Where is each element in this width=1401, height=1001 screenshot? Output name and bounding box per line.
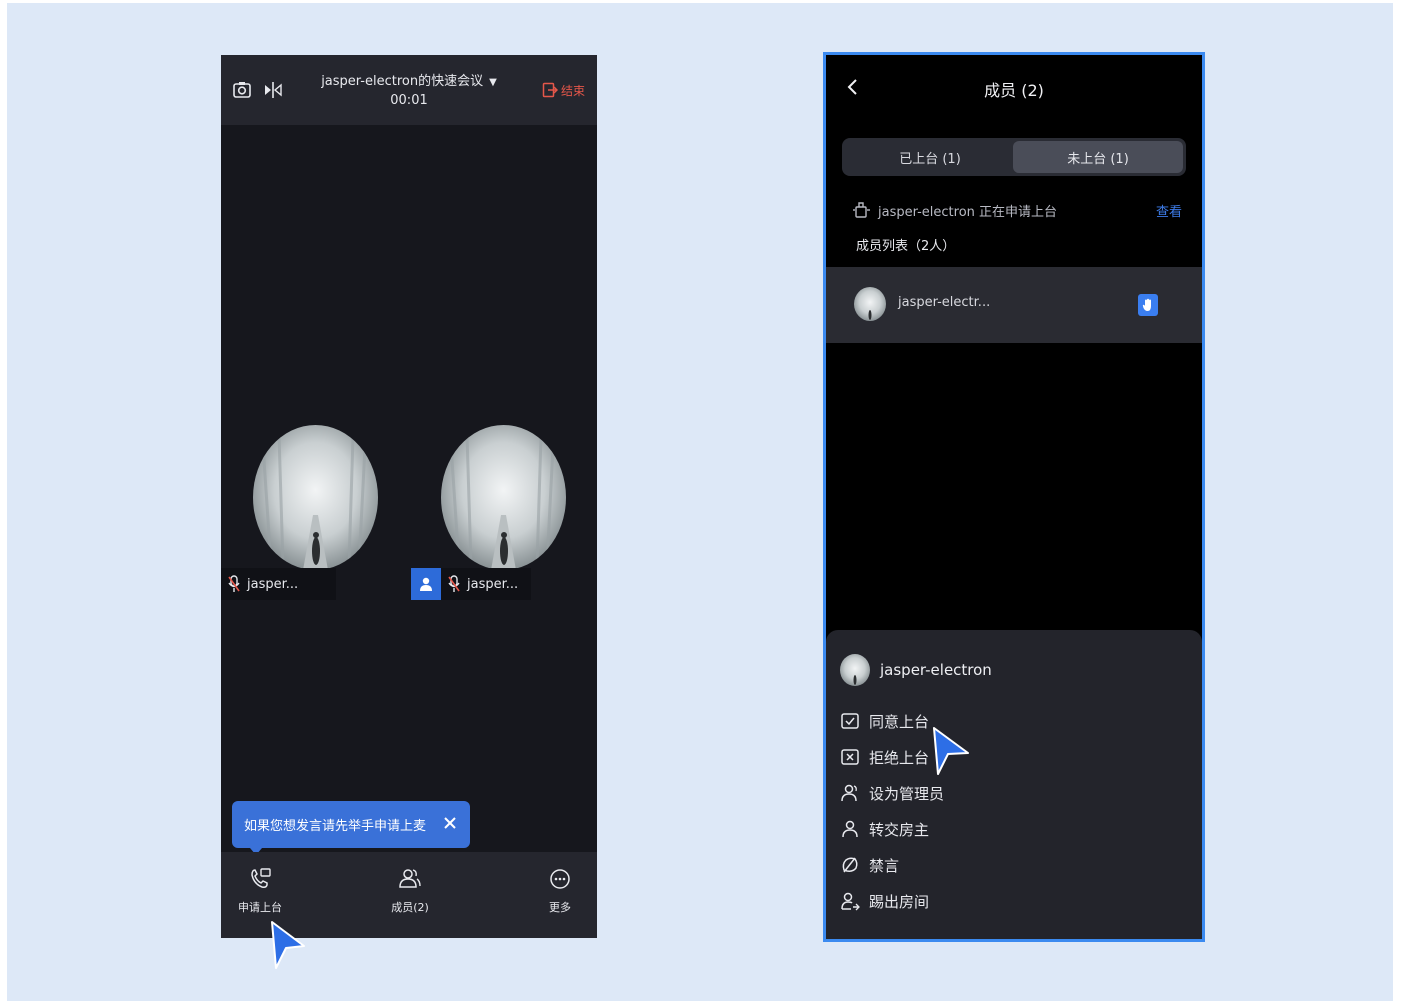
participant-nametag: jasper... (441, 568, 531, 600)
view-request-link[interactable]: 查看 (1156, 201, 1182, 220)
set-admin-label: 设为管理员 (869, 784, 945, 803)
apply-stage-button[interactable]: 申请上台 (221, 866, 300, 915)
tab-on-stage[interactable]: 已上台 (1) (845, 141, 1015, 173)
user-avatar (441, 425, 566, 570)
members-label: 成员(2) (391, 901, 429, 914)
member-action-sheet: jasper-electron 同意上台 拒绝上台 设为管理员 转交房主 禁言 … (826, 630, 1202, 939)
approve-stage-icon (840, 711, 860, 731)
user-avatar (253, 425, 378, 570)
admin-icon (840, 783, 860, 803)
video-tile[interactable]: jasper... (411, 425, 571, 605)
pointer-arrow-icon (933, 727, 969, 775)
reject-stage-action[interactable]: 拒绝上台 (840, 746, 929, 768)
meeting-timer: 00:01 (390, 93, 428, 108)
transfer-host-action[interactable]: 转交房主 (840, 818, 929, 840)
approve-stage-label: 同意上台 (869, 712, 930, 731)
sheet-username: jasper-electron (880, 661, 992, 679)
meeting-title[interactable]: jasper-electron的快速会议 ▼ (221, 70, 597, 89)
host-badge (411, 568, 441, 600)
mic-muted-icon (448, 575, 460, 592)
meeting-header: jasper-electron的快速会议 ▼ 00:01 结束 (221, 55, 597, 125)
pointer-arrow-icon (271, 921, 305, 969)
exit-icon (542, 82, 558, 98)
meeting-screen: jasper-electron的快速会议 ▼ 00:01 结束 jasper..… (221, 55, 597, 938)
page-title: 成员 (2) (984, 81, 1044, 100)
person-icon (420, 577, 432, 591)
more-icon (550, 869, 570, 889)
members-icon (399, 869, 421, 888)
members-header: 成员 (2) (826, 55, 1202, 125)
member-name: jasper-electr... (898, 295, 991, 310)
member-avatar (854, 287, 886, 321)
mic-muted-icon (228, 575, 240, 592)
kick-out-icon (840, 891, 860, 911)
more-button[interactable]: 更多 (520, 866, 597, 915)
kick-out-action[interactable]: 踢出房间 (840, 890, 929, 912)
approve-stage-action[interactable]: 同意上台 (840, 710, 929, 732)
reject-stage-icon (840, 747, 860, 767)
member-list-item[interactable]: jasper-electr... (826, 267, 1202, 343)
participant-name: jasper... (247, 576, 299, 592)
participant-name: jasper... (467, 576, 519, 592)
member-list-heading: 成员列表（2人） (856, 239, 956, 254)
mute-action[interactable]: 禁言 (840, 854, 899, 876)
apply-stage-label: 申请上台 (238, 901, 282, 914)
raise-hand-tooltip: 如果您想发言请先举手申请上麦 (232, 801, 470, 855)
phone-apply-icon (251, 868, 271, 888)
members-screen: 成员 (2) 已上台 (1) 未上台 (1) jasper-electron 正… (823, 52, 1205, 942)
meeting-title-text: jasper-electron的快速会议 (321, 74, 484, 89)
close-icon[interactable] (442, 815, 458, 831)
sheet-user-avatar (840, 654, 870, 686)
raise-hand-icon (1138, 294, 1158, 316)
reject-stage-label: 拒绝上台 (869, 748, 930, 767)
more-label: 更多 (549, 901, 571, 914)
kick-out-label: 踢出房间 (869, 892, 930, 911)
end-meeting-label: 结束 (561, 83, 586, 98)
stage-segment: 已上台 (1) 未上台 (1) (842, 138, 1186, 176)
dropdown-caret-icon: ▼ (489, 77, 497, 88)
mute-label: 禁言 (869, 856, 900, 875)
stage-request-notice: jasper-electron 正在申请上台 查看 (852, 200, 1182, 220)
raise-hand-request-icon (853, 202, 870, 218)
tab-off-stage[interactable]: 未上台 (1) (1013, 141, 1183, 173)
transfer-host-icon (840, 819, 860, 839)
participant-nametag: jasper... (221, 568, 336, 600)
sheet-user-header: jasper-electron (840, 654, 992, 686)
members-button[interactable]: 成员(2) (370, 866, 450, 915)
transfer-host-label: 转交房主 (869, 820, 930, 839)
mute-icon (840, 855, 860, 875)
video-tile[interactable]: jasper... (221, 425, 383, 605)
end-meeting-button[interactable]: 结束 (542, 81, 585, 99)
tooltip-text: 如果您想发言请先举手申请上麦 (244, 819, 427, 834)
set-admin-action[interactable]: 设为管理员 (840, 782, 944, 804)
request-text: jasper-electron 正在申请上台 (878, 204, 1058, 220)
